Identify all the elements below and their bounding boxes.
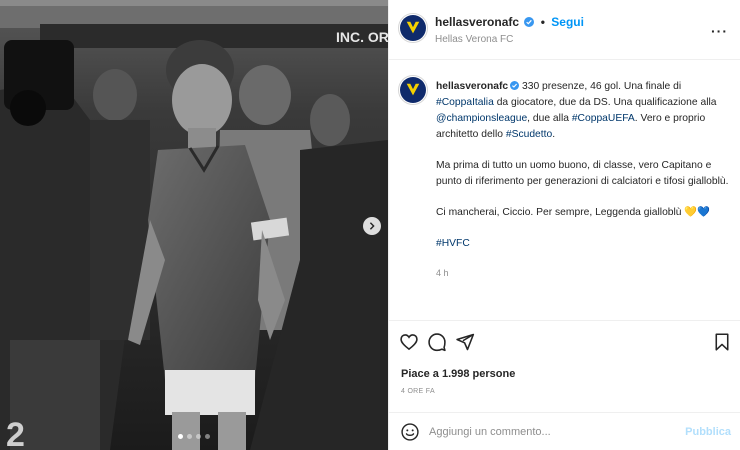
caption-text-segment: , due alla (527, 113, 572, 124)
avatar[interactable] (398, 13, 428, 43)
comment-input[interactable] (429, 421, 679, 443)
caption-username-link[interactable]: hellasveronafc (436, 81, 508, 92)
stadium-sign: INC. OR (336, 29, 388, 45)
verified-icon (524, 17, 535, 27)
carousel-next-button[interactable] (363, 217, 381, 235)
share-button[interactable] (455, 332, 475, 357)
follow-button[interactable]: Segui (551, 15, 584, 29)
post-date: 4 ORE FA (401, 388, 435, 395)
comment-button[interactable] (427, 332, 447, 357)
caption-text: hellasveronafc 330 presenze, 46 gol. Una… (436, 79, 731, 281)
bookmark-icon (715, 333, 729, 351)
caption-paragraph-4: #HVFC (436, 236, 731, 252)
hashtag-link[interactable]: #CoppaUEFA (572, 113, 635, 124)
save-button[interactable] (713, 332, 731, 357)
header-username-row: hellasveronafc • Segui (435, 15, 584, 29)
caption-paragraph-1: hellasveronafc 330 presenze, 46 gol. Una… (436, 79, 731, 143)
comment-icon (428, 333, 446, 352)
svg-text:2: 2 (6, 416, 25, 450)
caption-text-segment: 330 presenze, 46 gol. Una finale di (519, 81, 682, 92)
caption-paragraph-3: Ci mancherai, Ciccio. Per sempre, Leggen… (436, 207, 711, 218)
verified-icon (510, 81, 520, 90)
emoji-button[interactable] (400, 422, 420, 447)
carousel-dot-1 (178, 434, 183, 439)
post-header: hellasveronafc • Segui Hellas Verona FC … (389, 0, 740, 60)
caption-avatar[interactable] (398, 75, 428, 105)
hashtag-link[interactable]: #Scudetto (506, 129, 552, 140)
chevron-right-icon (369, 222, 375, 230)
caption-text-segment: . (552, 129, 556, 140)
share-icon (456, 333, 475, 351)
like-button[interactable] (399, 332, 419, 357)
heart-icon (400, 334, 418, 351)
carousel-indicators (178, 434, 210, 439)
comment-bar: Pubblica (389, 412, 740, 450)
publish-button[interactable]: Pubblica (685, 426, 731, 438)
username-link[interactable]: hellasveronafc (435, 15, 519, 29)
likes-count[interactable]: Piace a 1.998 persone (401, 368, 515, 380)
caption-time-ago: 4 h (436, 268, 449, 278)
separator-dot: • (540, 15, 545, 29)
carousel-dot-3 (196, 434, 201, 439)
post-media[interactable]: INC. OR 2 (0, 0, 388, 450)
carousel-dot-4 (205, 434, 210, 439)
post-side-panel: hellasveronafc • Segui Hellas Verona FC … (388, 0, 740, 450)
caption-paragraph-2: Ma prima di tutto un uomo buono, di clas… (436, 160, 729, 187)
caption-text-segment: da giocatore, due da DS. Una qualificazi… (493, 97, 717, 108)
emoji-icon (401, 423, 419, 441)
mention-link[interactable]: @championsleague (436, 113, 527, 124)
carousel-dot-2 (187, 434, 192, 439)
hashtag-link[interactable]: #HVFC (436, 238, 470, 249)
more-options-button[interactable]: ··· (711, 23, 728, 39)
club-logo-icon (400, 15, 426, 41)
club-logo-icon (400, 77, 426, 103)
account-subtitle: Hellas Verona FC (435, 34, 514, 45)
caption-area: hellasveronafc 330 presenze, 46 gol. Una… (389, 61, 740, 320)
post-actions: Piace a 1.998 persone 4 ORE FA (389, 320, 740, 425)
post-photo: INC. OR 2 (0, 0, 388, 450)
hashtag-link[interactable]: #CoppaItalia (436, 97, 494, 108)
